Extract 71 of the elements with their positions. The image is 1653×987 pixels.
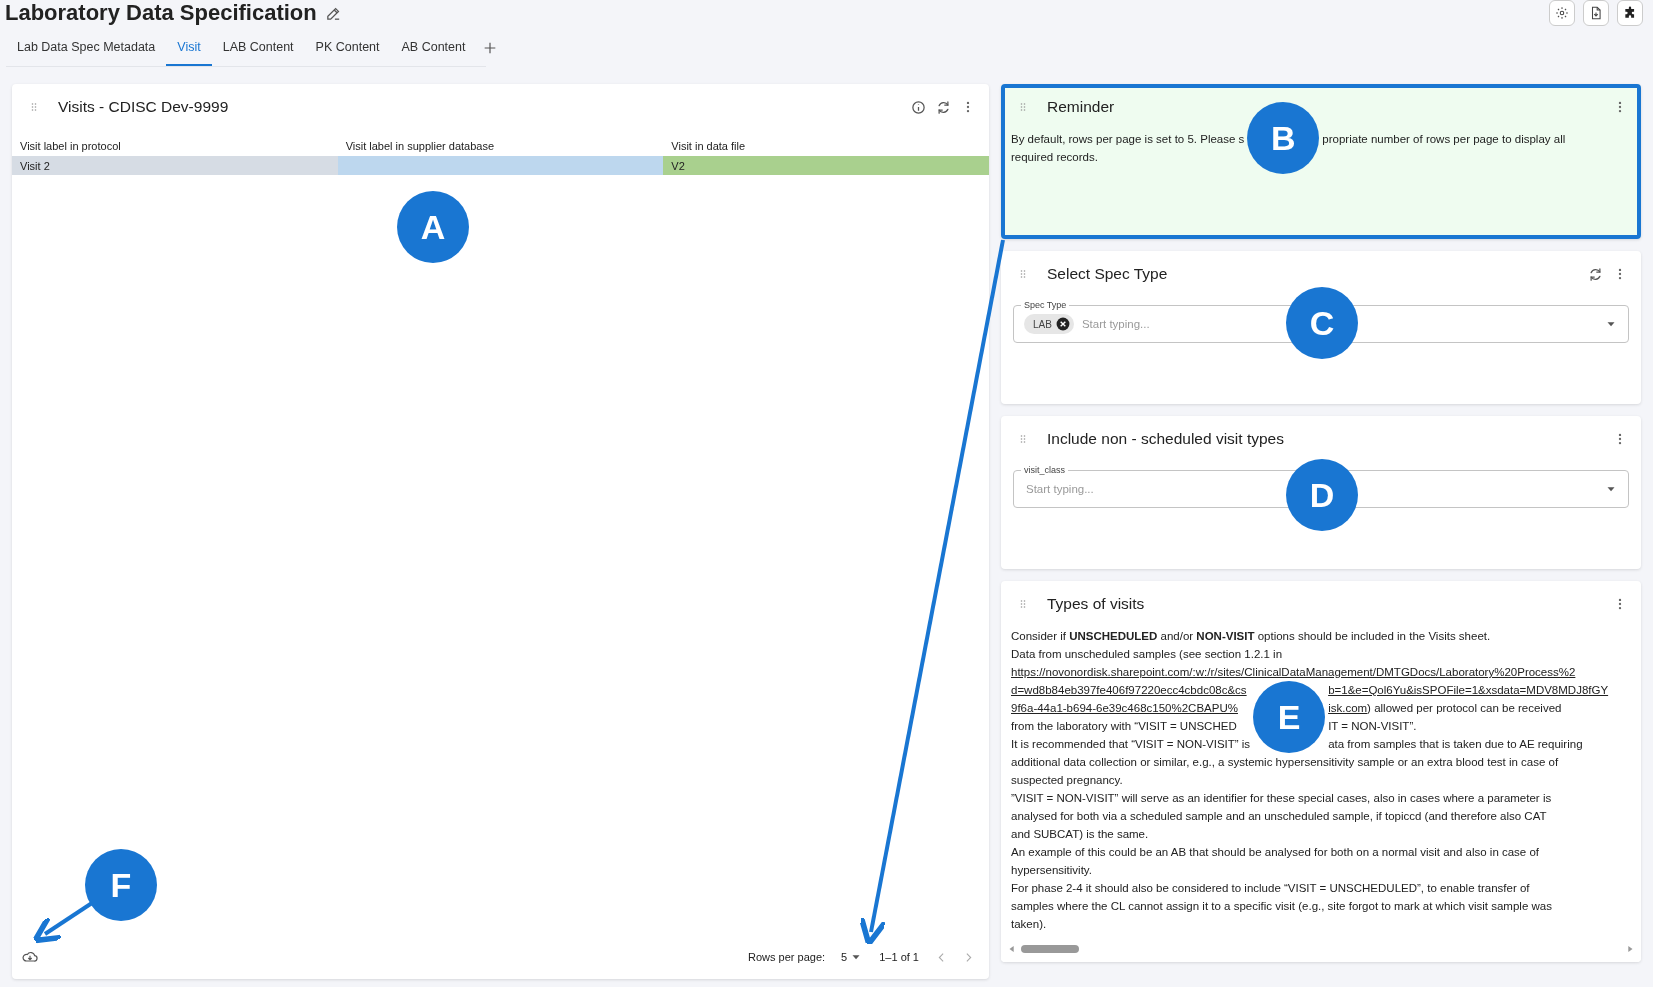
panel-title: Visits - CDISC Dev-9999 [58,98,230,116]
text-line: For phase 2-4 it should also be considered to include “VISIT = UNSCHEDULED”, to enable transfer of [1011,882,1530,894]
rows-per-page-label: Rows per page: [748,951,826,963]
column-header: Visit in data file [663,130,989,156]
callout-marker: D [1286,459,1358,531]
puzzle-icon [1623,6,1637,20]
text-line: suspected pregnancy. [1011,774,1123,786]
document-link[interactable]: b=1&e=Qol6Yu&isSPOFile=1&xsdata=MDV8MDJ8fGY [1328,684,1609,696]
panel-title: Select Spec Type [1047,265,1169,283]
tab[interactable]: Visit [166,30,212,66]
document-link[interactable]: d=wd8b84eb397fe406f97220ecc4cbdc08c&cs [1011,684,1247,696]
text-line: Consider if UNSCHEDULED and/or NON-VISIT options should be included in the Visits sheet. [1011,630,1491,642]
text-line: hypersensitivity. [1011,864,1092,876]
scroll-right-icon [1625,944,1635,954]
puzzle-button[interactable] [1617,0,1643,26]
text-line: taken). [1011,918,1047,930]
text-line: By default, rows per page is set to 5. Please s [1011,133,1245,145]
table-cell: Visit 2 [12,156,338,175]
clear-icon [1055,317,1070,331]
panel-title: Types of visits [1047,595,1146,613]
download-button[interactable] [22,949,38,965]
text-line: additional data collection or similar, e.g., a systemic hypersensitivity sample or an extra blood test in case of [1011,756,1559,768]
page-title: Laboratory Data Specification [5,0,317,26]
refresh-icon [1588,266,1603,282]
tab[interactable]: PK Content [304,30,391,66]
callout-marker: B [1247,102,1320,174]
callout-marker: E [1253,681,1326,753]
info-icon [911,99,926,115]
panel-title: Reminder [1047,98,1116,116]
callout-marker: A [397,191,469,263]
text-line: ) allowed per protocol can be received [1367,702,1562,714]
tab[interactable]: Lab Data Spec Metadata [6,30,167,66]
text-line: propriate number of rows per page to display all [1322,133,1566,145]
column-header: Visit label in supplier database [337,130,664,156]
text-line: ata from samples that is taken due to AE requiring [1328,738,1583,750]
horizontal-scrollbar[interactable] [1001,942,1641,962]
refresh-icon [936,99,951,115]
pointer-arrow [32,901,94,944]
scroll-left-icon [1007,944,1017,954]
tab[interactable]: LAB Content [211,30,305,66]
text-line: An example of this could be an AB that should be analysed for both on a normal visit and also in case of [1011,846,1540,858]
text-line: analysed for both via a scheduled sample and an unscheduled sample, if topiccd (and therefore also CAT [1011,810,1547,822]
page-range: 1–1 of 1 [879,951,919,963]
callout-marker: F [85,849,157,921]
field-label: Spec Type [1021,299,1070,311]
tag-chip[interactable]: LAB [1024,314,1074,334]
refresh-button[interactable] [1588,266,1603,282]
panel-title: Include non - scheduled visit types [1047,430,1285,448]
text-line: samples where the CL cannot assign it to a specific visit (e.g., site forgot to mark at which visit sample was [1011,900,1552,912]
info-button[interactable] [911,99,926,115]
settings-icon [1555,6,1569,20]
settings-button[interactable] [1549,0,1575,26]
text-line: ”VISIT = NON-VISIT” will serve as an identifier for these special cases, also in cases where a parameter is [1011,792,1552,804]
text-line: It is recommended that “VISIT = NON-VISIT” is [1011,738,1251,750]
document-icon [1589,6,1603,20]
text-line: and SUBCAT) is the same. [1011,828,1149,840]
refresh-button[interactable] [936,99,951,115]
rows-per-page-select[interactable]: 5 [841,950,864,964]
document-link[interactable]: 9f6a-44a1-b694-6e39c468c150%2CBAPU% [1011,702,1238,714]
text-line: IT = NON-VISIT”. [1328,720,1417,732]
document-button[interactable] [1583,0,1609,26]
text-line: required records. [1011,151,1098,163]
callout-marker: C [1286,287,1358,359]
column-header: Visit label in protocol [12,130,338,156]
text-line: Data from unscheduled samples (see section 1.2.1 in [1011,648,1283,660]
cloud-download-icon [22,949,38,965]
text-line: from the laboratory with “VISIT = UNSCHED [1011,720,1237,732]
field-label: visit_class [1021,464,1068,476]
tab[interactable]: AB Content [390,30,477,66]
document-link[interactable]: https://novonordisk.sharepoint.com/:w:/r/sites/ClinicalDataManagement/DMTGDocs/Laboratory%20Process%2 [1011,666,1576,678]
table-cell: V2 [663,156,989,175]
